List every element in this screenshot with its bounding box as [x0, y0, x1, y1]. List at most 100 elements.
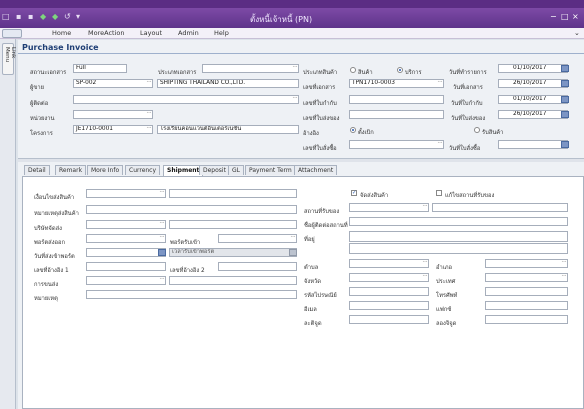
country-field[interactable]	[485, 273, 568, 282]
menu-layout[interactable]: Layout	[140, 29, 162, 37]
contact-lookup-icon[interactable]: ···	[291, 95, 299, 104]
doc-status-field[interactable]: Full	[73, 64, 127, 73]
tax-inv-field[interactable]	[349, 95, 444, 104]
doc-date-calendar-icon[interactable]	[561, 80, 569, 87]
tab-attachment[interactable]: Attachment	[294, 165, 338, 175]
tab-deposit[interactable]: Deposit	[199, 165, 230, 175]
po-date-calendar-icon[interactable]	[561, 141, 569, 148]
address-field-line2[interactable]	[349, 243, 568, 254]
transport-lookup-icon[interactable]: ···	[158, 276, 166, 285]
email-field[interactable]	[349, 301, 429, 310]
latitude-label: ละติจูด	[304, 321, 322, 327]
country-lookup-icon[interactable]: ···	[560, 273, 568, 282]
place-code-field[interactable]	[349, 203, 429, 212]
tab-payment-term[interactable]: Payment Term	[245, 165, 296, 175]
minimize-button[interactable]: −	[550, 12, 557, 21]
ship-date-field[interactable]	[86, 248, 166, 257]
delivery-no-field[interactable]	[349, 110, 444, 119]
tab-strip: Detail Remark More Info Currency Shipmen…	[24, 165, 584, 176]
panel-splitter[interactable]	[18, 158, 584, 162]
district-field[interactable]	[349, 259, 429, 268]
tab-gl[interactable]: GL	[228, 165, 244, 175]
place-lookup-icon[interactable]: ···	[421, 203, 429, 212]
project-lookup-icon[interactable]: ···	[145, 125, 153, 134]
doc-no-field[interactable]: TPN1710-0003	[349, 79, 444, 88]
longitude-field[interactable]	[485, 315, 568, 324]
save-icon[interactable]: ▪	[28, 12, 33, 21]
doc-type-dropdown-icon[interactable]: ···	[291, 64, 299, 73]
po-no-field[interactable]	[349, 140, 444, 149]
menu-help[interactable]: Help	[214, 29, 229, 37]
district-lookup-icon[interactable]: ···	[421, 259, 429, 268]
doc-date-field[interactable]: 26/10/2017	[498, 79, 568, 88]
ship-goods-checkbox[interactable]: ✓	[351, 190, 357, 196]
port-from-lookup-icon[interactable]: ···	[158, 234, 166, 243]
menu-home[interactable]: Home	[52, 29, 71, 37]
tab-detail[interactable]: Detail	[24, 165, 50, 175]
menu-admin[interactable]: Admin	[178, 29, 199, 37]
ref2-field[interactable]	[218, 262, 297, 271]
app-menu-button[interactable]	[2, 29, 22, 38]
vendor-code-field[interactable]: SP-002	[73, 79, 153, 88]
edit-place-checkbox[interactable]	[436, 190, 442, 196]
amphur-field[interactable]	[485, 259, 568, 268]
app-icon[interactable]: □	[2, 12, 10, 21]
doc-no-lookup-icon[interactable]: ···	[436, 79, 444, 88]
delivery-date-field[interactable]: 26/10/2017	[498, 110, 568, 119]
project-code-field[interactable]: JE1710-0001	[73, 125, 153, 134]
tax-date-field[interactable]: 01/10/2017	[498, 95, 568, 104]
province-lookup-icon[interactable]: ···	[421, 273, 429, 282]
zip-field[interactable]	[349, 287, 429, 296]
latitude-field[interactable]	[349, 315, 429, 324]
txn-date-calendar-icon[interactable]	[561, 65, 569, 72]
ref1-field[interactable]	[86, 262, 166, 271]
refresh-icon[interactable]: ↺	[64, 12, 71, 21]
ribbon-collapse-icon[interactable]: ⌄	[574, 29, 580, 37]
contact-field[interactable]	[73, 95, 299, 104]
agency-lookup-icon[interactable]: ···	[145, 110, 153, 119]
menu-moreaction[interactable]: MoreAction	[88, 29, 124, 37]
assign-radio-withdraw[interactable]	[350, 127, 356, 133]
forward-arrow-icon[interactable]: ◆	[52, 12, 58, 21]
tab-more-info[interactable]: More Info	[87, 165, 124, 175]
tab-currency[interactable]: Currency	[125, 165, 161, 175]
ship-by-field[interactable]	[86, 189, 166, 198]
shipment-remark-field[interactable]	[86, 290, 297, 299]
product-type-radio-goods[interactable]	[350, 67, 356, 73]
new-doc-icon[interactable]: ▪	[16, 12, 21, 21]
close-button[interactable]: ×	[572, 12, 579, 21]
tab-shipment[interactable]: Shipment	[163, 165, 204, 176]
carrier-field[interactable]	[86, 220, 166, 229]
po-lookup-icon[interactable]: ···	[436, 140, 444, 149]
phone-field[interactable]	[485, 287, 568, 296]
province-field[interactable]	[349, 273, 429, 282]
product-type-radio-service[interactable]	[397, 67, 403, 73]
po-date-field[interactable]	[498, 140, 568, 149]
tab-remark[interactable]: Remark	[55, 165, 87, 175]
assign-radio-receive[interactable]	[474, 127, 480, 133]
maximize-button[interactable]: □	[561, 12, 569, 21]
back-arrow-icon[interactable]: ◆	[40, 12, 46, 21]
port-to-field[interactable]	[218, 234, 297, 243]
txn-date-field[interactable]: 01/10/2017	[498, 64, 568, 73]
address-field[interactable]	[349, 231, 568, 242]
contact-addr-field[interactable]	[349, 217, 568, 226]
vendor-label: ผู้ขาย	[30, 85, 45, 91]
amphur-lookup-icon[interactable]: ···	[560, 259, 568, 268]
ship-note-field[interactable]	[86, 205, 297, 214]
doc-type-field[interactable]	[202, 64, 299, 73]
carrier-lookup-icon[interactable]: ···	[158, 220, 166, 229]
transport-field[interactable]	[86, 276, 166, 285]
quick-access-dropdown-icon[interactable]: ▾	[76, 12, 80, 21]
port-from-field[interactable]	[86, 234, 166, 243]
vendor-lookup-icon[interactable]: ···	[145, 79, 153, 88]
delivery-date-calendar-icon[interactable]	[561, 111, 569, 118]
ship-date-calendar-icon[interactable]	[158, 249, 166, 256]
agency-field[interactable]	[73, 110, 153, 119]
port-to-lookup-icon[interactable]: ···	[289, 234, 297, 243]
fax-field[interactable]	[485, 301, 568, 310]
district-label: ตำบล	[304, 265, 319, 271]
ship-by-lookup-icon[interactable]: ···	[158, 189, 166, 198]
link-menu-tab[interactable]: Link Menu	[2, 43, 16, 75]
tax-date-calendar-icon[interactable]	[561, 96, 569, 103]
